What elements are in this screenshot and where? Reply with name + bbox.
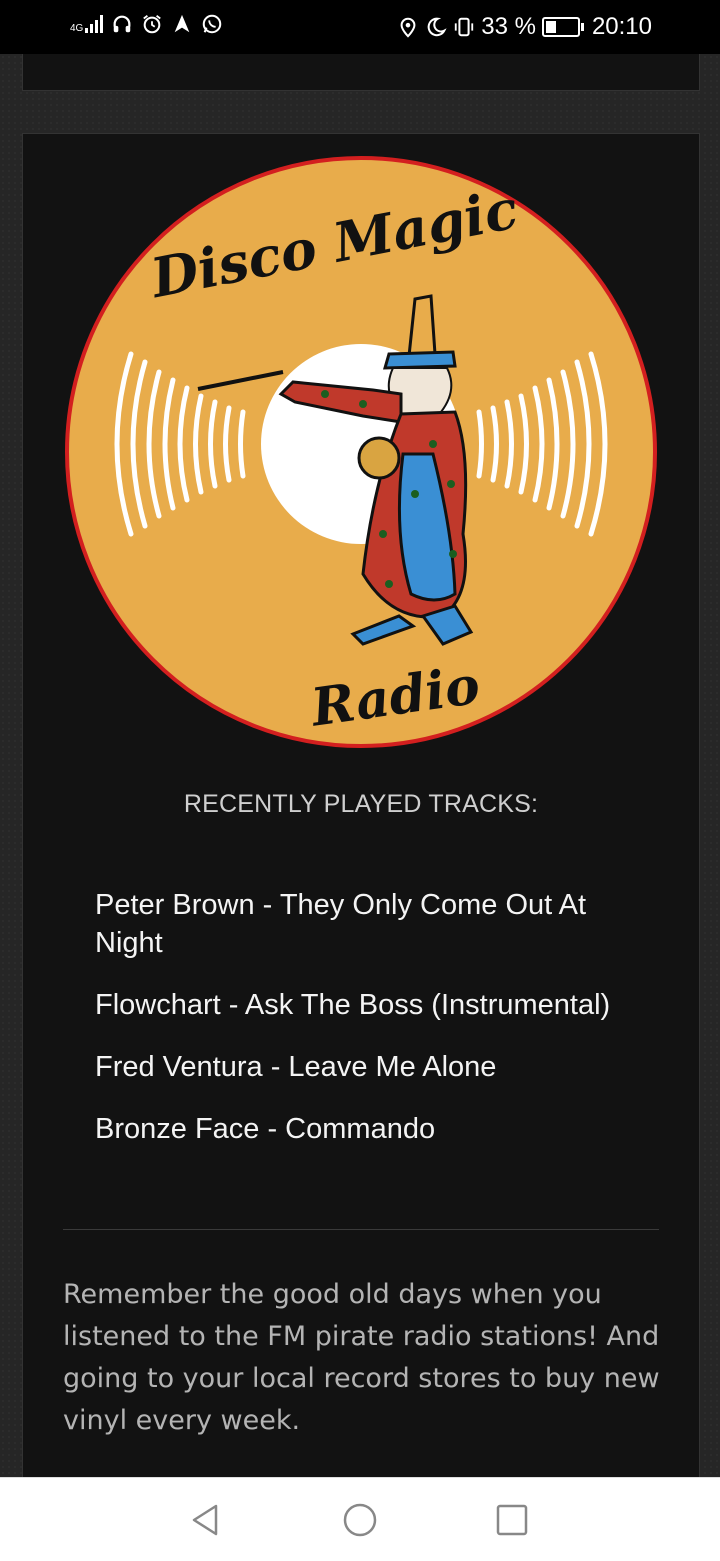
battery-percent: 33 %: [481, 13, 536, 40]
recents-icon[interactable]: [492, 1500, 532, 1540]
track-item: Flowchart - Ask The Boss (Instrumental): [95, 989, 611, 1021]
vibrate-icon: [455, 17, 474, 37]
status-right: 33 % 20:10: [397, 13, 652, 41]
network-type: 4G: [70, 23, 84, 34]
headset-icon: [113, 15, 131, 33]
home-icon[interactable]: [340, 1500, 380, 1540]
clock: 20:10: [591, 13, 652, 40]
content-card: Disco Magic Radio RECENTLY PLAYED TRACKS…: [22, 133, 700, 1478]
status-bar: 4G 33 % 20:10: [0, 0, 720, 54]
signal-icon: 4G: [70, 15, 104, 34]
description-text: Remember the good old days when you list…: [63, 1279, 660, 1436]
location-icon: [400, 17, 416, 38]
whatsapp-icon: [203, 14, 222, 34]
recently-played-heading: RECENTLY PLAYED TRACKS:: [183, 790, 539, 818]
disco-magic-radio-logo: Disco Magic Radio: [65, 156, 657, 748]
battery-icon: [541, 17, 584, 37]
alarm-icon: [143, 15, 162, 34]
divider: [63, 1229, 659, 1230]
navigation-bar: [0, 1477, 720, 1561]
navigation-icon: [175, 14, 190, 33]
track-item: Fred Ventura - Leave Me Alone: [95, 1051, 497, 1083]
recently-played-list: Peter Brown - They Only Come Out At Nigh…: [95, 886, 655, 1172]
previous-card: [22, 54, 700, 91]
status-left: 4G: [70, 13, 223, 35]
track-item: Bronze Face - Commando: [95, 1113, 436, 1145]
do-not-disturb-icon: [427, 17, 447, 37]
track-item: Peter Brown - They Only Come Out At Nigh…: [95, 889, 587, 959]
back-icon[interactable]: [186, 1500, 226, 1540]
